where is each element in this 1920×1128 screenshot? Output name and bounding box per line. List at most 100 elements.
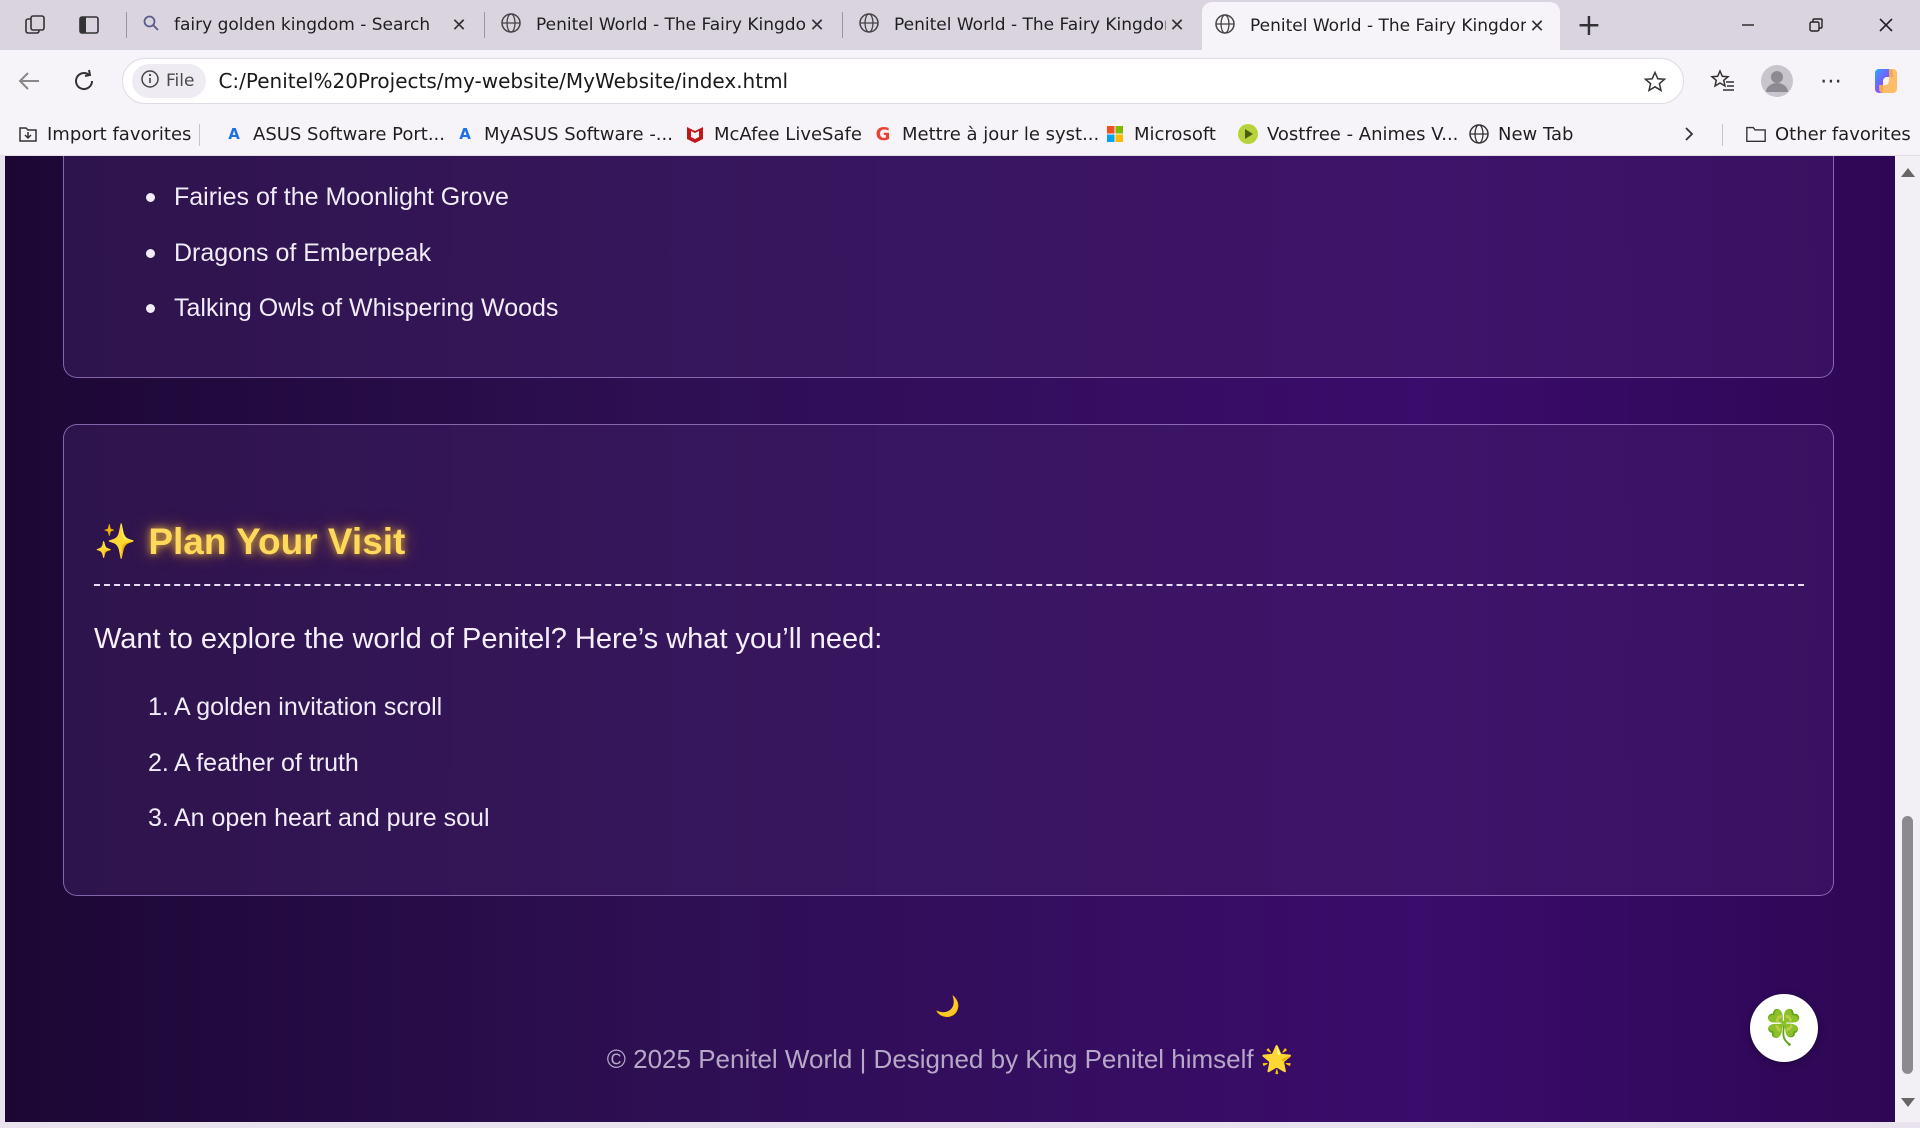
- sparkle-icon: ✨: [94, 522, 137, 562]
- favorites-list-icon[interactable]: [1703, 61, 1743, 101]
- plan-visit-card: ✨ Plan Your Visit Want to explore the wo…: [63, 424, 1834, 896]
- creatures-card: Fairies of the Moonlight Grove Dragons o…: [63, 156, 1834, 378]
- fav-label: Import favorites: [47, 123, 192, 145]
- globe-icon: [1214, 13, 1236, 40]
- minimize-icon[interactable]: [1714, 0, 1782, 50]
- close-icon[interactable]: ✕: [1166, 14, 1188, 36]
- close-icon[interactable]: ✕: [806, 14, 828, 36]
- fav-microsoft[interactable]: Microsoft: [1104, 119, 1216, 149]
- site-info-chip[interactable]: File: [132, 64, 207, 98]
- fav-other-favorites[interactable]: Other favorites: [1745, 119, 1911, 149]
- tab-separator: [484, 12, 485, 38]
- tab-title: Penitel World - The Fairy Kingdom: [1250, 16, 1526, 36]
- list-number: 1.: [148, 693, 169, 721]
- tab-title: Penitel World - The Fairy Kingdom: [894, 15, 1166, 35]
- search-icon: [142, 14, 160, 37]
- asus-icon: A: [228, 125, 240, 143]
- scroll-down-arrow-icon[interactable]: [1901, 1098, 1915, 1107]
- list-item: Dragons of Emberpeak: [145, 238, 558, 294]
- tab-penitel-1[interactable]: Penitel World - The Fairy Kingdom ✕: [488, 0, 840, 50]
- fav-mcafee-livesafe[interactable]: McAfee LiveSafe: [684, 119, 862, 149]
- tab-title: Penitel World - The Fairy Kingdom: [536, 15, 806, 35]
- favorites-bar: Import favorites A ASUS Software Port...…: [0, 112, 1920, 156]
- globe-icon: [1468, 123, 1490, 145]
- tab-actions-icon[interactable]: [72, 8, 106, 42]
- needs-list: 1. A golden invitation scroll 2. A feather…: [148, 692, 490, 859]
- fav-label: New Tab: [1498, 123, 1574, 145]
- close-icon[interactable]: ✕: [1526, 15, 1548, 37]
- list-number: 3.: [148, 804, 169, 832]
- globe-icon: [858, 12, 880, 39]
- close-icon[interactable]: ✕: [448, 14, 470, 36]
- restore-icon[interactable]: [1782, 0, 1850, 50]
- list-text: A feather of truth: [174, 748, 359, 777]
- scroll-thumb[interactable]: [1902, 816, 1913, 1074]
- back-arrow-icon[interactable]: [9, 61, 49, 101]
- fav-myasus-software[interactable]: A MyASUS Software -...: [454, 119, 673, 149]
- tab-separator: [126, 12, 127, 38]
- google-icon: G: [875, 123, 891, 145]
- microsoft-icon: [1104, 123, 1126, 145]
- fav-label: Other favorites: [1775, 123, 1911, 145]
- chevron-right-icon[interactable]: [1680, 119, 1698, 149]
- mcafee-icon: [684, 123, 706, 145]
- import-icon: [17, 123, 39, 145]
- vostfree-icon: [1237, 123, 1259, 145]
- list-item: 1. A golden invitation scroll: [148, 692, 490, 748]
- address-bar[interactable]: File C:/Penitel%20Projects/my-website/My…: [122, 58, 1684, 104]
- asus-icon: A: [459, 125, 471, 143]
- clover-icon: 🍀: [1762, 1008, 1806, 1048]
- fav-asus-software-portal[interactable]: A ASUS Software Port...: [223, 119, 445, 149]
- favorites-separator: [199, 124, 200, 146]
- list-number: 2.: [148, 748, 169, 777]
- vertical-scrollbar[interactable]: [1895, 156, 1920, 1122]
- fav-label: Vostfree - Animes V...: [1267, 123, 1459, 145]
- moon-icon: 🌙: [935, 994, 960, 1018]
- tab-strip: fairy golden kingdom - Search ✕ Penitel …: [0, 0, 1920, 50]
- list-item: Talking Owls of Whispering Woods: [145, 293, 558, 349]
- folder-icon: [1745, 123, 1767, 145]
- tab-penitel-active[interactable]: Penitel World - The Fairy Kingdom ✕: [1202, 2, 1560, 50]
- list-item: Fairies of the Moonlight Grove: [145, 182, 558, 238]
- globe-icon: [500, 12, 522, 39]
- info-icon: [140, 69, 160, 94]
- more-options-icon[interactable]: ⋯: [1811, 61, 1851, 101]
- window-close-icon[interactable]: [1852, 0, 1920, 50]
- tab-separator: [842, 12, 843, 38]
- creatures-list: Fairies of the Moonlight Grove Dragons o…: [145, 182, 558, 349]
- copilot-icon[interactable]: [1866, 61, 1906, 101]
- fav-new-tab[interactable]: New Tab: [1468, 119, 1573, 149]
- list-text: An open heart and pure soul: [174, 804, 490, 832]
- tab-search[interactable]: fairy golden kingdom - Search ✕: [130, 0, 482, 50]
- footer-copyright: © 2025 Penitel World | Designed by King …: [606, 1044, 1294, 1074]
- clover-floating-button[interactable]: 🍀: [1750, 994, 1818, 1062]
- page-viewport: Fairies of the Moonlight Grove Dragons o…: [5, 156, 1895, 1122]
- fav-label: ASUS Software Port...: [253, 123, 445, 145]
- refresh-icon[interactable]: [64, 61, 104, 101]
- tab-title: fairy golden kingdom - Search: [174, 15, 431, 35]
- file-label: File: [166, 71, 195, 91]
- list-item: 3. An open heart and pure soul: [148, 803, 490, 859]
- fav-label: Microsoft: [1134, 123, 1216, 145]
- list-text: A golden invitation scroll: [174, 693, 443, 721]
- fav-label: Mettre à jour le syst...: [902, 123, 1100, 145]
- fav-import-favorites[interactable]: Import favorites: [17, 119, 191, 149]
- workspaces-icon[interactable]: [18, 8, 52, 42]
- plan-intro: Want to explore the world of Penitel? He…: [94, 623, 883, 655]
- fav-label: McAfee LiveSafe: [714, 123, 862, 145]
- favorites-separator: [1722, 124, 1723, 146]
- dashed-divider: [94, 584, 1804, 586]
- new-tab-icon[interactable]: +: [1572, 8, 1606, 43]
- favorite-star-icon[interactable]: [1641, 68, 1669, 96]
- fav-mettre-a-jour[interactable]: G Mettre à jour le syst...: [872, 119, 1100, 149]
- list-item: 2. A feather of truth: [148, 748, 490, 804]
- fav-vostfree[interactable]: Vostfree - Animes V...: [1237, 119, 1458, 149]
- url-text[interactable]: C:/Penitel%20Projects/my-website/MyWebsi…: [218, 69, 788, 93]
- browser-toolbar: File C:/Penitel%20Projects/my-website/My…: [0, 50, 1920, 112]
- tab-penitel-2[interactable]: Penitel World - The Fairy Kingdom ✕: [846, 0, 1200, 50]
- fav-label: MyASUS Software -...: [484, 123, 673, 145]
- scroll-up-arrow-icon[interactable]: [1901, 168, 1915, 177]
- profile-avatar-icon[interactable]: [1757, 61, 1797, 101]
- plan-title: Plan Your Visit: [148, 521, 406, 562]
- section-heading: ✨ Plan Your Visit: [94, 521, 405, 563]
